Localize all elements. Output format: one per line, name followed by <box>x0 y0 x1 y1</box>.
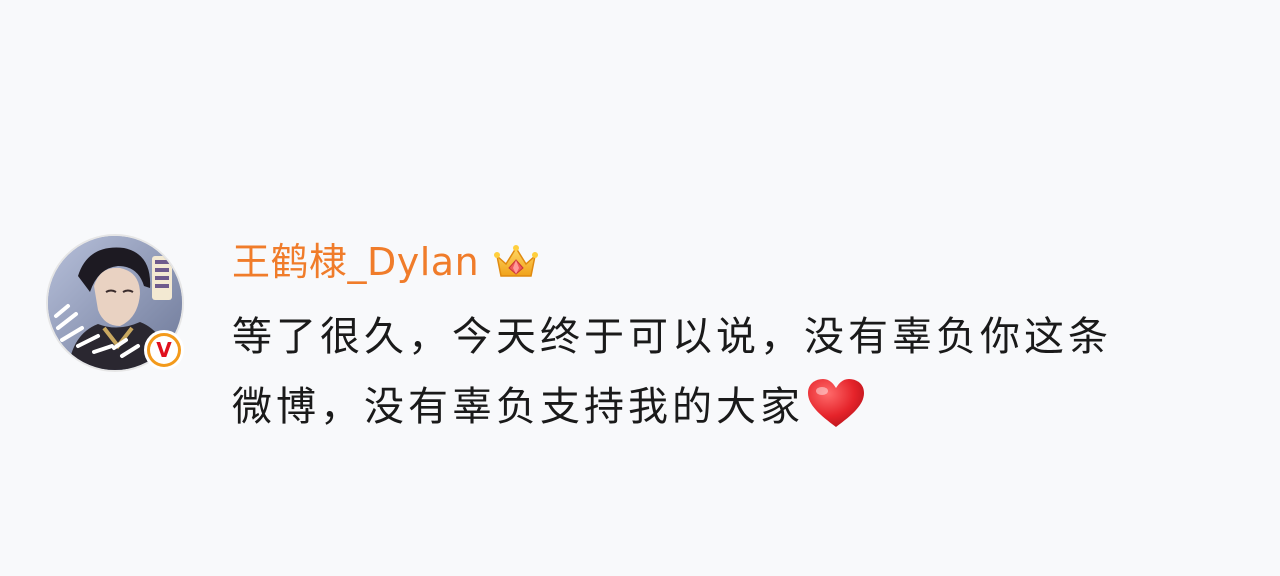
verified-v-letter: V <box>150 336 178 364</box>
post-text-line-2-text: 微博，没有辜负支持我的大家 <box>232 384 804 430</box>
crown-icon <box>494 245 539 277</box>
author-name[interactable]: 王鹤棣_Dylan <box>232 236 479 288</box>
red-heart-icon <box>808 379 864 427</box>
author-row: 王鹤棣_Dylan <box>232 236 539 288</box>
post-text-line-2: 微博，没有辜负支持我的大家 <box>232 372 1252 442</box>
weibo-post: V 王鹤棣_Dylan 等了很久，今天终于可以说，没有辜负你这条 微博，没有辜负… <box>0 0 1280 576</box>
post-content: 等了很久，今天终于可以说，没有辜负你这条 微博，没有辜负支持我的大家 <box>232 302 1252 442</box>
post-text-line-1: 等了很久，今天终于可以说，没有辜负你这条 <box>232 314 1112 360</box>
verified-v-icon: V <box>144 330 184 370</box>
author-avatar[interactable]: V <box>46 234 184 372</box>
